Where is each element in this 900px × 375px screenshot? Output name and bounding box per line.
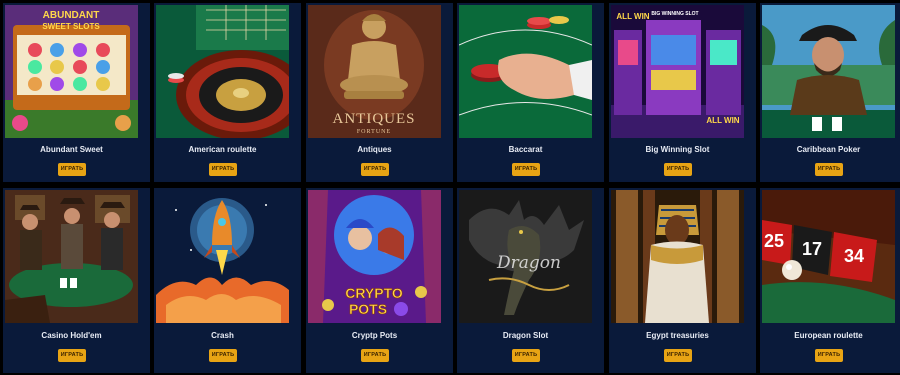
game-card-casino-holdem[interactable]: Casino Hold'em ИГРАТЬ bbox=[3, 188, 150, 373]
game-title: Casino Hold'em bbox=[41, 331, 102, 340]
play-button[interactable]: ИГРАТЬ bbox=[664, 349, 692, 362]
svg-text:ABUNDANT: ABUNDANT bbox=[43, 10, 100, 21]
svg-text:Dragon: Dragon bbox=[496, 253, 561, 273]
svg-text:25: 25 bbox=[764, 231, 784, 251]
game-title: Cryptp Pots bbox=[351, 331, 398, 340]
play-button[interactable]: ИГРАТЬ bbox=[361, 163, 389, 176]
game-thumbnail[interactable]: ANTIQUES FORTUNE bbox=[308, 5, 441, 138]
play-button[interactable]: ИГРАТЬ bbox=[512, 349, 540, 362]
game-card-crypto-pots[interactable]: CRYPTO POTS Cryptp Pots ИГРАТЬ bbox=[306, 188, 453, 373]
game-title: Dragon Slot bbox=[502, 331, 549, 340]
game-title: Abundant Sweet bbox=[40, 145, 103, 154]
game-thumbnail[interactable]: CRYPTO POTS bbox=[308, 190, 441, 323]
play-button[interactable]: ИГРАТЬ bbox=[664, 163, 692, 176]
game-title: Caribbean Poker bbox=[796, 145, 861, 154]
game-card-crash[interactable]: Crash ИГРАТЬ bbox=[154, 188, 301, 373]
game-thumbnail[interactable] bbox=[459, 5, 592, 138]
play-button[interactable]: ИГРАТЬ bbox=[512, 163, 540, 176]
game-title: American roulette bbox=[188, 145, 257, 154]
game-title: Baccarat bbox=[508, 145, 543, 154]
svg-text:34: 34 bbox=[844, 246, 864, 266]
game-title: Big Winning Slot bbox=[645, 145, 710, 154]
game-card-abundant-sweet[interactable]: ABUNDANT SWEET SLOTS Abundant Sweet ИГРА… bbox=[3, 3, 150, 182]
play-button[interactable]: ИГРАТЬ bbox=[58, 163, 86, 176]
game-thumbnail[interactable] bbox=[762, 5, 895, 138]
game-title: Antiques bbox=[357, 145, 392, 154]
game-thumbnail[interactable] bbox=[611, 190, 744, 323]
play-button[interactable]: ИГРАТЬ bbox=[209, 163, 237, 176]
game-card-dragon-slot[interactable]: Dragon Dragon Slot ИГРАТЬ bbox=[457, 188, 604, 373]
svg-text:CRYPTO: CRYPTO bbox=[345, 285, 403, 301]
game-thumbnail[interactable] bbox=[156, 5, 289, 138]
game-card-european-roulette[interactable]: 25 17 34 European roulette ИГРАТЬ bbox=[760, 188, 900, 373]
game-card-baccarat[interactable]: Baccarat ИГРАТЬ bbox=[457, 3, 604, 182]
game-title: Crash bbox=[211, 331, 234, 340]
svg-text:BIG WINNING SLOT: BIG WINNING SLOT bbox=[651, 11, 698, 17]
game-title: European roulette bbox=[794, 331, 863, 340]
game-thumbnail[interactable]: ALL WIN BIG WINNING SLOT ALL WIN bbox=[611, 5, 744, 138]
game-card-egypt-treasuries[interactable]: Egypt treasuries ИГРАТЬ bbox=[609, 188, 756, 373]
game-thumbnail[interactable]: ABUNDANT SWEET SLOTS bbox=[5, 5, 138, 138]
svg-text:ALL WIN: ALL WIN bbox=[706, 116, 739, 125]
svg-text:SWEET SLOTS: SWEET SLOTS bbox=[42, 22, 100, 31]
svg-text:ALL WIN: ALL WIN bbox=[616, 12, 649, 21]
play-button[interactable]: ИГРАТЬ bbox=[815, 349, 843, 362]
svg-text:FORTUNE: FORTUNE bbox=[357, 129, 391, 135]
game-card-big-winning-slot[interactable]: ALL WIN BIG WINNING SLOT ALL WIN Big Win… bbox=[609, 3, 756, 182]
svg-text:POTS: POTS bbox=[349, 301, 387, 317]
game-thumbnail[interactable] bbox=[5, 190, 138, 323]
play-button[interactable]: ИГРАТЬ bbox=[815, 163, 843, 176]
game-thumbnail[interactable]: 25 17 34 bbox=[762, 190, 895, 323]
play-button[interactable]: ИГРАТЬ bbox=[361, 349, 389, 362]
game-thumbnail[interactable] bbox=[156, 190, 289, 323]
game-title: Egypt treasuries bbox=[646, 331, 709, 340]
game-card-american-roulette[interactable]: American roulette ИГРАТЬ bbox=[154, 3, 301, 182]
svg-text:17: 17 bbox=[802, 239, 822, 259]
play-button[interactable]: ИГРАТЬ bbox=[209, 349, 237, 362]
game-card-antiques[interactable]: ANTIQUES FORTUNE Antiques ИГРАТЬ bbox=[306, 3, 453, 182]
play-button[interactable]: ИГРАТЬ bbox=[58, 349, 86, 362]
svg-text:ANTIQUES: ANTIQUES bbox=[333, 111, 416, 127]
game-thumbnail[interactable]: Dragon bbox=[459, 190, 592, 323]
game-card-caribbean-poker[interactable]: Caribbean Poker ИГРАТЬ bbox=[760, 3, 900, 182]
games-grid: ABUNDANT SWEET SLOTS Abundant Sweet ИГРА… bbox=[0, 0, 900, 375]
